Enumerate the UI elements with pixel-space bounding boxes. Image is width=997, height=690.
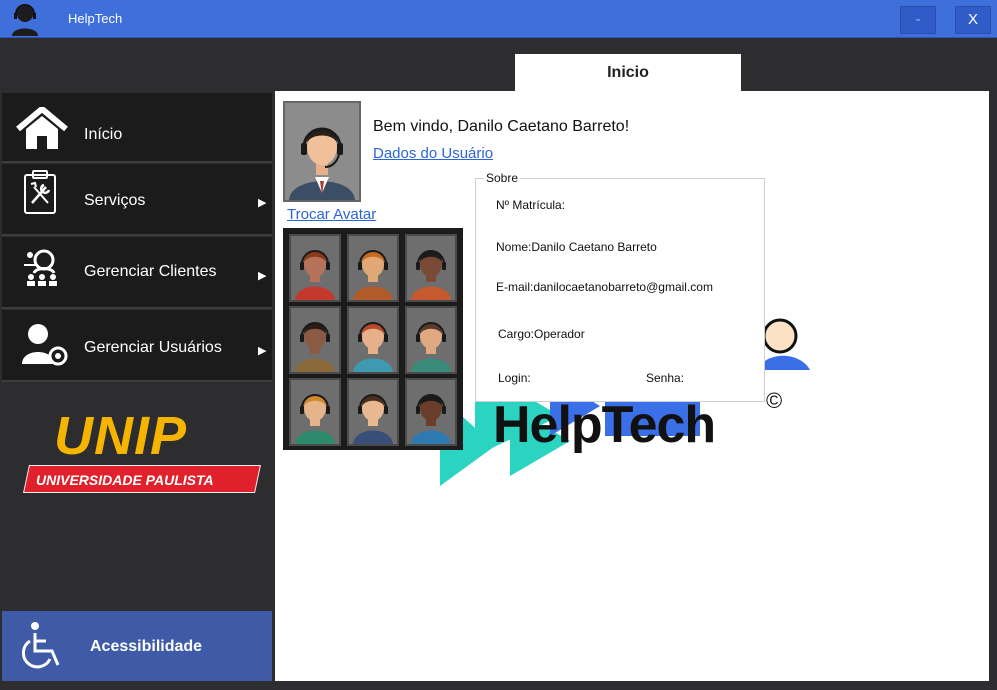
agent-avatar-icon	[291, 308, 339, 372]
agent-avatar-icon	[291, 380, 339, 444]
sidebar-item-label: Gerenciar Usuários	[84, 339, 222, 356]
sobre-groupbox: Sobre Nº Matrícula: Nome:Danilo Caetano …	[475, 171, 765, 402]
nome-label: Nome:Danilo Caetano Barreto	[496, 240, 657, 254]
tools-clipboard-icon	[24, 170, 56, 214]
user-avatar	[283, 101, 361, 202]
email-label: E-mail:danilocaetanobarreto@gmail.com	[496, 280, 713, 294]
close-button[interactable]: X	[955, 6, 991, 34]
sidebar-item-servicos[interactable]: Serviços ▶	[2, 164, 272, 236]
sidebar-item-label: Serviços	[84, 192, 146, 209]
app-window: HelpTech - X Inicio Início Serviços ▶ Ge…	[0, 0, 997, 690]
avatar-option[interactable]	[405, 306, 457, 374]
avatar-option[interactable]	[347, 378, 399, 446]
avatar-option[interactable]	[347, 306, 399, 374]
sidebar-item-label: Gerenciar Clientes	[84, 263, 217, 280]
login-label: Login:	[498, 371, 531, 385]
main-content: HelpTech © Bem vindo, Danilo Caetano Bar…	[275, 91, 989, 681]
home-icon	[16, 107, 68, 149]
chevron-right-icon: ▶	[258, 270, 267, 282]
senha-label: Senha:	[646, 371, 685, 385]
sidebar: Início Serviços ▶ Gerenciar Clientes ▶ G…	[0, 90, 275, 690]
sidebar-item-gerenciar-clientes[interactable]: Gerenciar Clientes ▶	[2, 237, 272, 309]
sidebar-item-label: Início	[84, 126, 123, 143]
chevron-right-icon: ▶	[258, 197, 267, 209]
minimize-button[interactable]: -	[900, 6, 936, 34]
agent-avatar-icon	[407, 308, 455, 372]
matricula-label: Nº Matrícula:	[496, 198, 566, 212]
wheelchair-icon	[22, 622, 60, 669]
helpdesk-agent-icon	[12, 4, 38, 36]
change-avatar-link[interactable]: Trocar Avatar	[287, 206, 376, 223]
agent-avatar-icon	[349, 380, 397, 444]
avatar-option[interactable]	[289, 378, 341, 446]
window-title: HelpTech	[68, 11, 123, 26]
status-strip	[275, 681, 989, 690]
tab-inicio[interactable]: Inicio	[515, 54, 741, 91]
sobre-legend: Sobre	[484, 171, 521, 185]
cargo-label: Cargo:Operador	[498, 327, 585, 341]
welcome-message: Bem vindo, Danilo Caetano Barreto!	[373, 118, 630, 135]
agent-avatar-icon	[407, 236, 455, 300]
user-settings-icon	[22, 324, 68, 366]
agent-avatar-icon	[291, 236, 339, 300]
avatar-option[interactable]	[347, 234, 399, 302]
avatar-picker-grid	[283, 228, 463, 450]
accessibility-button[interactable]: Acessibilidade	[2, 611, 272, 681]
avatar-option[interactable]	[405, 234, 457, 302]
accessibility-label: Acessibilidade	[90, 638, 203, 655]
sidebar-item-inicio[interactable]: Início	[2, 93, 272, 163]
chevron-right-icon: ▶	[258, 345, 267, 357]
title-bar[interactable]: HelpTech - X	[0, 0, 997, 38]
agent-avatar-icon	[349, 308, 397, 372]
copyright-mark: ©	[766, 388, 783, 413]
clients-group-icon	[24, 249, 57, 286]
avatar-option[interactable]	[289, 234, 341, 302]
unip-logo: UNIP UNIVERSIDADE PAULISTA	[22, 405, 262, 495]
unip-logo-subtitle: UNIVERSIDADE PAULISTA	[36, 472, 214, 488]
unip-logo-word: UNIP	[54, 406, 188, 466]
avatar-option[interactable]	[289, 306, 341, 374]
avatar-agent-icon	[285, 103, 359, 200]
agent-avatar-icon	[407, 380, 455, 444]
agent-avatar-icon	[349, 236, 397, 300]
sidebar-item-gerenciar-usuarios[interactable]: Gerenciar Usuários ▶	[2, 310, 272, 382]
helptech-logo-text: HelpTech	[493, 396, 716, 454]
user-data-link[interactable]: Dados do Usuário	[373, 145, 493, 162]
avatar-option[interactable]	[405, 378, 457, 446]
